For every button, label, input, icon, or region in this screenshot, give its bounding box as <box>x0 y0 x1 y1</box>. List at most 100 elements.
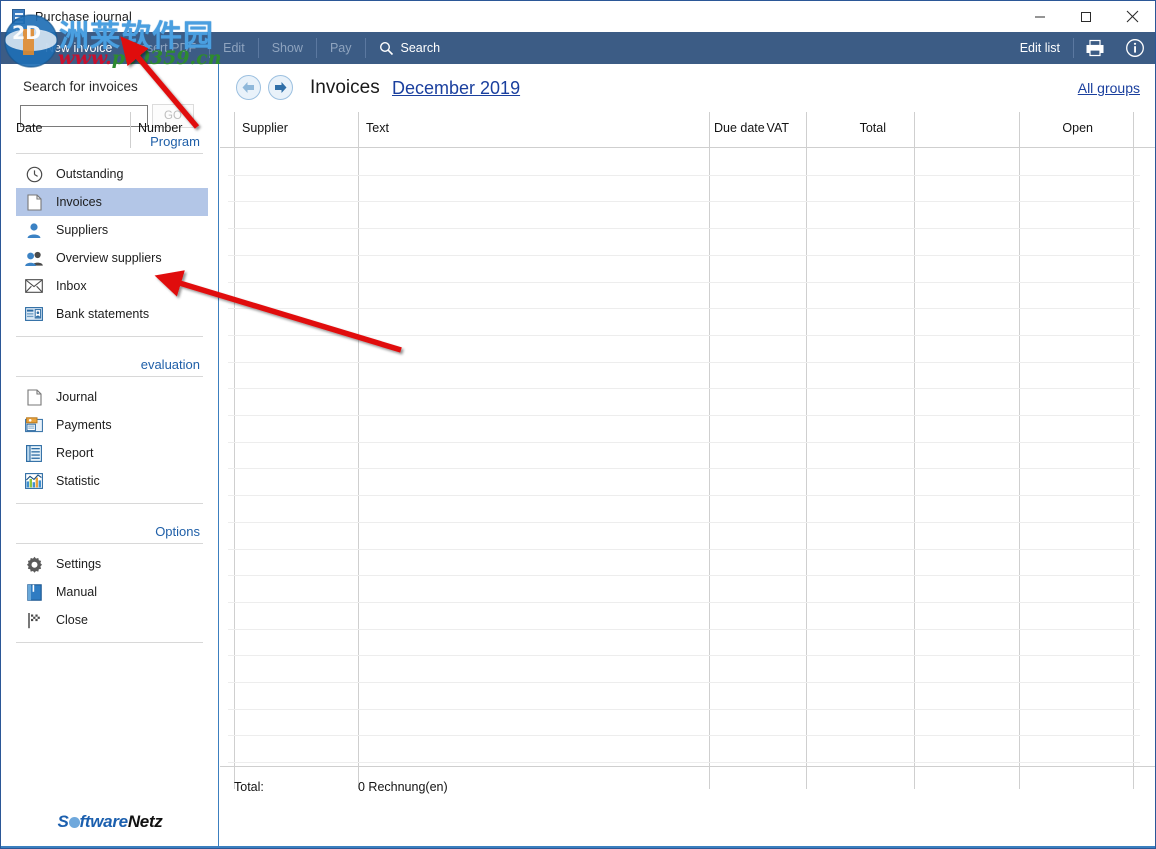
table-row[interactable] <box>228 468 1140 470</box>
total-label: Total: <box>234 780 264 794</box>
period-link[interactable]: December 2019 <box>392 78 520 99</box>
column-header-text[interactable]: Text <box>366 121 389 135</box>
table-row[interactable] <box>228 708 1140 710</box>
sidebar-item-label: Report <box>56 446 94 460</box>
table-row[interactable] <box>228 228 1140 230</box>
sidebar-item-report[interactable]: Report <box>16 439 208 467</box>
status-line <box>1 846 1155 848</box>
person-icon <box>25 221 43 239</box>
column-header-date[interactable]: Date <box>16 121 42 135</box>
toolbar-separator <box>1073 38 1074 58</box>
total-bar: Total: 0 Rechnung(en) <box>220 766 1155 810</box>
toolbar-show[interactable]: Show <box>260 32 315 64</box>
toolbar-edit-list[interactable]: Edit list <box>1008 32 1072 64</box>
all-groups-link[interactable]: All groups <box>1078 80 1140 96</box>
sidebar-item-label: Inbox <box>56 279 87 293</box>
document-icon <box>25 193 43 211</box>
sidebar-item-statistic[interactable]: Statistic <box>16 467 208 495</box>
table-row[interactable] <box>228 415 1140 416</box>
table-row[interactable] <box>228 308 1140 310</box>
sidebar-item-suppliers[interactable]: Suppliers <box>16 216 208 244</box>
table-row[interactable] <box>228 441 1140 443</box>
sidebar-item-bank-statements[interactable]: Bank statements <box>16 300 208 328</box>
table-row[interactable] <box>228 201 1140 203</box>
sidebar-item-journal[interactable]: Journal <box>16 383 208 411</box>
chart-icon <box>25 472 43 490</box>
sidebar-item-label: Manual <box>56 585 97 599</box>
sidebar-item-label: Suppliers <box>56 223 109 237</box>
table-row[interactable] <box>228 682 1140 683</box>
column-divider[interactable] <box>806 112 807 148</box>
document-icon <box>25 388 43 406</box>
sidebar-item-manual[interactable]: Manual <box>16 578 208 606</box>
main-toolbar: New invoice Insert PDF Edit Show Pay Sea… <box>1 32 1155 64</box>
sidebar-item-label: Invoices <box>56 195 102 209</box>
table-row[interactable] <box>228 361 1140 363</box>
table-row[interactable] <box>228 575 1140 577</box>
info-icon[interactable] <box>1115 32 1155 64</box>
toolbar-separator <box>364 38 366 58</box>
column-divider[interactable] <box>358 112 359 148</box>
column-divider[interactable] <box>1019 112 1020 148</box>
column-divider[interactable] <box>130 112 131 148</box>
table-row[interactable] <box>228 655 1140 657</box>
table-row[interactable] <box>228 601 1140 603</box>
sidebar-item-overview-suppliers[interactable]: Overview suppliers <box>16 244 208 272</box>
column-divider[interactable] <box>234 112 235 148</box>
column-header-supplier[interactable]: Supplier <box>242 121 288 135</box>
table-row[interactable] <box>228 521 1140 523</box>
column-divider[interactable] <box>914 112 915 148</box>
toolbar-new-invoice[interactable]: New invoice <box>1 32 124 64</box>
toolbar-search[interactable]: Search <box>367 32 453 64</box>
table-row[interactable] <box>228 388 1140 390</box>
sidebar-item-outstanding[interactable]: Outstanding <box>16 160 208 188</box>
sidebar-item-close[interactable]: Close <box>16 606 208 634</box>
table-row[interactable] <box>228 334 1140 336</box>
sidebar-item-payments[interactable]: Payments <box>16 411 208 439</box>
maximize-button[interactable] <box>1063 1 1109 32</box>
sidebar-item-label: Statistic <box>56 474 100 488</box>
sidebar-section-title: Options <box>155 524 200 539</box>
sidebar-item-label: Payments <box>56 418 112 432</box>
column-header-due-date[interactable]: Due date <box>714 121 765 135</box>
column-header-total[interactable]: Total <box>860 121 886 135</box>
document-icon <box>11 8 27 25</box>
bank-card-icon <box>25 305 43 323</box>
arrow-left-icon[interactable] <box>236 75 261 100</box>
table-body[interactable] <box>220 148 1155 789</box>
column-header-open[interactable]: Open <box>1062 121 1093 135</box>
table-row[interactable] <box>228 735 1140 737</box>
sidebar-item-label: Bank statements <box>56 307 150 321</box>
book-icon <box>25 583 43 601</box>
toolbar-pay[interactable]: Pay <box>318 32 364 64</box>
toolbar-insert-pdf[interactable]: Insert PDF <box>124 32 208 64</box>
toolbar-separator <box>315 38 317 58</box>
column-divider[interactable] <box>709 112 710 148</box>
toolbar-edit[interactable]: Edit <box>211 32 257 64</box>
table-row[interactable] <box>228 174 1140 176</box>
table-row[interactable] <box>228 495 1140 497</box>
printer-icon[interactable] <box>1075 32 1115 64</box>
sidebar-item-invoices[interactable]: Invoices <box>16 188 208 216</box>
minimize-button[interactable] <box>1017 1 1063 32</box>
sidebar-item-inbox[interactable]: Inbox <box>16 272 208 300</box>
table-row[interactable] <box>228 762 1140 764</box>
sidebar-item-label: Settings <box>56 557 102 571</box>
window-controls <box>1017 1 1155 32</box>
sidebar-item-settings[interactable]: Settings <box>16 550 208 578</box>
column-divider[interactable] <box>1133 112 1134 148</box>
table-row[interactable] <box>228 628 1140 630</box>
table-row[interactable] <box>228 548 1140 550</box>
column-header-vat[interactable]: VAT <box>767 121 789 135</box>
close-button[interactable] <box>1109 1 1155 32</box>
window-title: Purchase journal <box>35 9 133 24</box>
column-header-number[interactable]: Number <box>138 121 182 135</box>
content-header: Invoices December 2019 All groups <box>220 64 1155 112</box>
brand-dot <box>68 817 80 828</box>
table-row[interactable] <box>228 254 1140 256</box>
search-heading: Search for invoices <box>23 79 138 94</box>
arrow-right-icon[interactable] <box>268 75 293 100</box>
brand-logo: SftwareNetz <box>57 812 163 831</box>
table-row[interactable] <box>228 281 1140 283</box>
invoices-table: Date Number Supplier Text VAT Total Due date Op… <box>16 112 1155 789</box>
